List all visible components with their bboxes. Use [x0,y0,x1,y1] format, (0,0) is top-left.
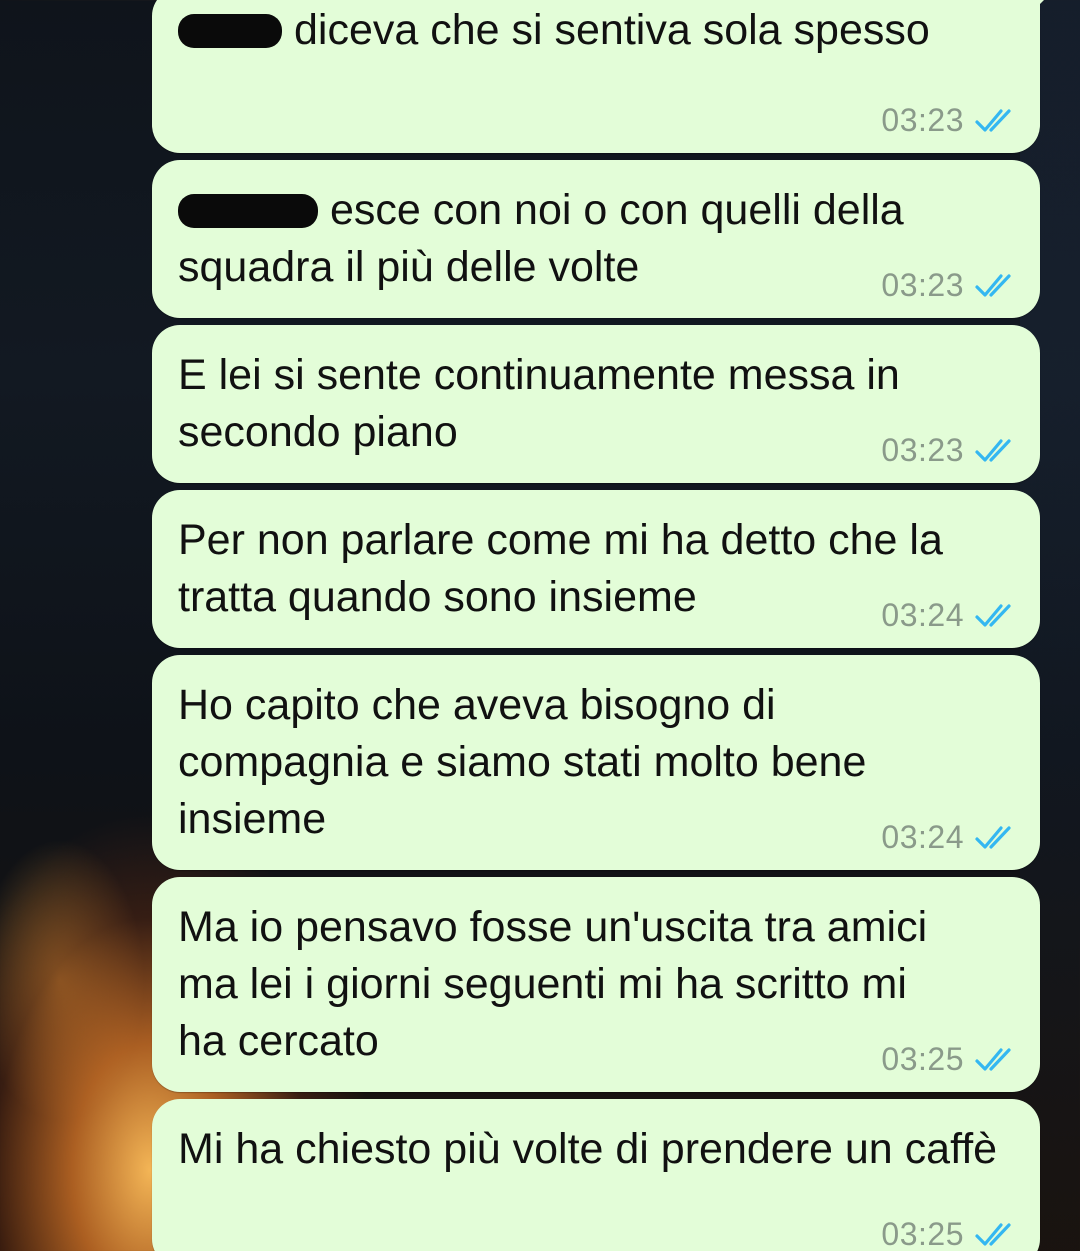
double-check-read-icon [975,1222,1011,1246]
message-text: Per non parlare come mi ha detto che la … [178,516,943,621]
message-text: diceva che si sentiva sola spesso [294,6,930,54]
outgoing-message[interactable]: Per non parlare come mi ha detto che la … [152,490,1040,648]
message-text: Ma io pensavo fosse un'uscita tra amici … [178,903,928,1065]
double-check-read-icon [975,825,1011,849]
chat-message-list[interactable]: diceva che si sentiva sola spesso 03:23 … [152,0,1056,1251]
message-time: 03:24 [881,597,964,633]
double-check-read-icon [975,438,1011,462]
message-meta: 03:23 [881,432,1018,469]
message-time: 03:23 [881,267,964,303]
double-check-read-icon [975,108,1011,132]
message-time: 03:24 [881,819,964,855]
redacted-name [178,194,318,228]
outgoing-message[interactable]: Ho capito che aveva bisogno di compagnia… [152,655,1040,870]
message-meta: 03:24 [881,819,1018,856]
outgoing-message[interactable]: diceva che si sentiva sola spesso 03:23 [152,0,1056,153]
message-meta: 03:23 [881,267,1018,304]
double-check-read-icon [975,603,1011,627]
outgoing-message[interactable]: E lei si sente continuamente messa in se… [152,325,1040,483]
message-meta: 03:24 [881,597,1018,634]
double-check-read-icon [975,1047,1011,1071]
message-time: 03:25 [881,1216,964,1251]
message-time: 03:25 [881,1041,964,1077]
double-check-read-icon [975,273,1011,297]
message-meta: 03:25 [881,1216,1018,1251]
redacted-name [178,14,282,48]
message-text: Ho capito che aveva bisogno di compagnia… [178,681,867,843]
message-meta: 03:23 [881,102,1018,139]
outgoing-message[interactable]: Mi ha chiesto più volte di prendere un c… [152,1099,1040,1251]
message-time: 03:23 [881,102,964,138]
outgoing-message[interactable]: esce con noi o con quelli della squadra … [152,160,1040,318]
message-text-container: diceva che si sentiva sola spesso [178,0,1014,59]
message-text: Mi ha chiesto più volte di prendere un c… [178,1125,998,1173]
message-time: 03:23 [881,432,964,468]
message-meta: 03:25 [881,1041,1018,1078]
outgoing-message[interactable]: Ma io pensavo fosse un'uscita tra amici … [152,877,1040,1092]
